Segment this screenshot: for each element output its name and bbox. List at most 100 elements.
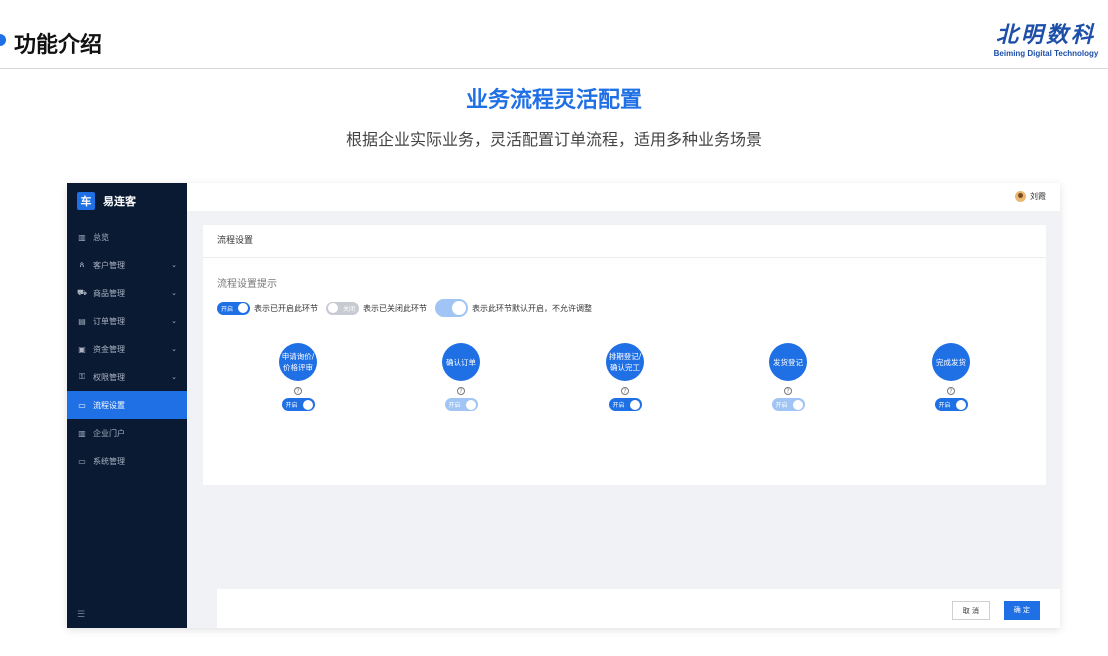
legend-off-text: 表示已关闭此环节 xyxy=(363,303,427,313)
sidebar-item-label: 订单管理 xyxy=(93,316,125,326)
bullet-dot xyxy=(0,34,6,46)
headline: 业务流程灵活配置 xyxy=(465,88,642,113)
brand-name: 易连客 xyxy=(103,195,136,208)
switch-label: 开启 xyxy=(221,305,234,313)
flow-step-node[interactable]: 申请询价/价格评审 xyxy=(279,343,317,381)
chevron-down-icon: ⌄ xyxy=(171,373,177,381)
wallet-icon: ▣ xyxy=(78,344,86,354)
chart-icon: ▥ xyxy=(78,428,86,438)
step-label-line1: 发货登记 xyxy=(773,357,803,367)
sidebar-item-label: 资金管理 xyxy=(93,344,125,354)
flow-step: 申请询价/价格评审? 开启 xyxy=(258,343,338,411)
legend-off-switch: 关闭 xyxy=(326,301,359,315)
switch-label: 开启 xyxy=(775,402,788,409)
switch-knob xyxy=(955,399,966,410)
switch-knob xyxy=(792,399,803,410)
help-icon[interactable]: ? xyxy=(294,387,302,395)
step-toggle-switch[interactable]: 开启 xyxy=(281,398,315,411)
switch-knob xyxy=(465,399,476,410)
switch-knob xyxy=(328,303,338,313)
flow-step-node[interactable]: 完成发货 xyxy=(932,343,970,381)
monitor-icon: ▭ xyxy=(78,400,86,410)
switch-label: 开启 xyxy=(938,402,951,409)
chevron-down-icon: ⌄ xyxy=(171,345,177,353)
step-label-line2: 价格评审 xyxy=(283,363,313,372)
topbar: 刘霞 xyxy=(187,183,1060,211)
help-icon[interactable]: ? xyxy=(947,387,955,395)
sidebar-item-label: 企业门户 xyxy=(93,428,125,438)
chevron-down-icon: ⌄ xyxy=(171,317,177,325)
chevron-down-icon: ⌄ xyxy=(171,289,177,297)
card-title: 流程设置 xyxy=(203,225,1046,258)
subheadline: 根据企业实际业务，灵活配置订单流程，适用多种业务场景 xyxy=(345,130,762,149)
sidebar-menu: ▥ 总览 ጰ 客户管理 ⌄ ⛟ 商品管理 ⌄ ▤ 订单管理 ⌄ ▣ 资金管理 ⌄ ⚿ 权限管理 ⌄ ▭ 流程设置 ▥ 企… xyxy=(67,223,187,475)
switch-legend: 开启 表示已开启此环节 关闭 表示已关闭此环节 表示此环节默认开启，不允许调整 xyxy=(217,299,600,317)
switch-label: 关闭 xyxy=(342,305,355,313)
app-screenshot: 车 易连客 ▥ 总览 ጰ 客户管理 ⌄ ⛟ 商品管理 ⌄ ▤ 订单管理 ⌄ ▣ 资金管理 ⌄ ⚿ 权限管理 ⌄ ▭… xyxy=(67,183,1060,628)
switch-knob xyxy=(452,301,466,315)
document-icon: ▤ xyxy=(78,316,86,326)
step-toggle-switch: 开启 xyxy=(771,398,805,411)
sidebar-item[interactable]: ▥ 总览 xyxy=(67,223,187,251)
legend-on-switch: 开启 xyxy=(217,301,250,315)
sidebar-item[interactable]: ▥ 企业门户 xyxy=(67,419,187,447)
sidebar-item-label: 商品管理 xyxy=(93,288,125,298)
flow-step: 发货登记? 开启 xyxy=(748,343,828,411)
help-icon[interactable]: ? xyxy=(457,387,465,395)
brand-logo-icon: 车 xyxy=(77,192,95,210)
header-divider xyxy=(0,68,1108,69)
action-footer: 取 消 确 定 xyxy=(217,589,1060,628)
sidebar-item[interactable]: ▣ 资金管理 ⌄ xyxy=(67,335,187,363)
brand[interactable]: 车 易连客 xyxy=(67,183,187,219)
sidebar-item[interactable]: ▭ 流程设置 xyxy=(67,391,187,419)
cancel-button[interactable]: 取 消 xyxy=(951,601,990,620)
flow-settings-card: 流程设置 流程设置提示 开启 表示已开启此环节 关闭 表示已关闭此环节 表示此环… xyxy=(203,225,1046,485)
switch-knob xyxy=(302,399,313,410)
sidebar-item-label: 流程设置 xyxy=(93,400,125,410)
step-toggle-switch[interactable]: 开启 xyxy=(934,398,968,411)
step-label-line1: 排期登记/ xyxy=(608,352,642,361)
flow-step-node[interactable]: 发货登记 xyxy=(769,343,807,381)
sidebar-item[interactable]: ጰ 客户管理 ⌄ xyxy=(67,251,187,279)
sidebar: 车 易连客 ▥ 总览 ጰ 客户管理 ⌄ ⛟ 商品管理 ⌄ ▤ 订单管理 ⌄ ▣ 资金管理 ⌄ ⚿ 权限管理 ⌄ ▭… xyxy=(67,183,187,628)
logo-chinese: 北明数科 xyxy=(995,22,1096,48)
flow-step-node[interactable]: 确认订单 xyxy=(442,343,480,381)
legend-locked-text: 表示此环节默认开启，不允许调整 xyxy=(472,303,592,313)
lock-icon: ⚿ xyxy=(78,372,86,381)
user-name: 刘霞 xyxy=(1030,192,1046,201)
switch-label: 开启 xyxy=(612,402,625,409)
help-icon[interactable]: ? xyxy=(621,387,629,395)
sidebar-item[interactable]: ▭ 系统管理 xyxy=(67,447,187,475)
slide: 功能介绍 北明数科 Beiming Digital Technology 业务流… xyxy=(0,0,1108,656)
sidebar-item[interactable]: ⛟ 商品管理 ⌄ xyxy=(67,279,187,307)
switch-knob xyxy=(238,303,248,313)
step-toggle-switch[interactable]: 开启 xyxy=(608,398,642,411)
sidebar-item[interactable]: ▤ 订单管理 ⌄ xyxy=(67,307,187,335)
company-logo: 北明数科 Beiming Digital Technology xyxy=(990,22,1102,58)
legend-locked-switch xyxy=(435,299,468,317)
flow-step: 确认订单? 开启 xyxy=(421,343,501,411)
step-label-line1: 确认订单 xyxy=(446,357,476,367)
step-toggle-switch: 开启 xyxy=(444,398,478,411)
chart-icon: ▥ xyxy=(78,232,86,242)
avatar xyxy=(1015,191,1026,202)
flow-step: 排期登记/确认完工? 开启 xyxy=(585,343,665,411)
cart-icon: ⛟ xyxy=(77,288,88,297)
hint-title: 流程设置提示 xyxy=(217,279,277,290)
sidebar-item[interactable]: ⚿ 权限管理 ⌄ xyxy=(67,363,187,391)
help-icon[interactable]: ? xyxy=(784,387,792,395)
section-title: 功能介绍 xyxy=(14,33,103,58)
flow-step: 完成发货? 开启 xyxy=(911,343,991,411)
step-label-line1: 申请询价/ xyxy=(281,352,315,361)
switch-knob xyxy=(629,399,640,410)
user-menu[interactable]: 刘霞 xyxy=(1015,191,1046,202)
logo-english: Beiming Digital Technology xyxy=(993,49,1099,58)
sidebar-item-label: 客户管理 xyxy=(93,260,125,270)
collapse-menu-icon[interactable]: ☰ xyxy=(77,610,85,620)
sidebar-item-label: 系统管理 xyxy=(93,456,125,466)
flow-step-node[interactable]: 排期登记/确认完工 xyxy=(606,343,644,381)
confirm-button[interactable]: 确 定 xyxy=(1003,601,1040,620)
chevron-down-icon: ⌄ xyxy=(171,261,177,269)
sidebar-item-label: 权限管理 xyxy=(93,372,125,382)
switch-label: 开启 xyxy=(285,402,298,409)
